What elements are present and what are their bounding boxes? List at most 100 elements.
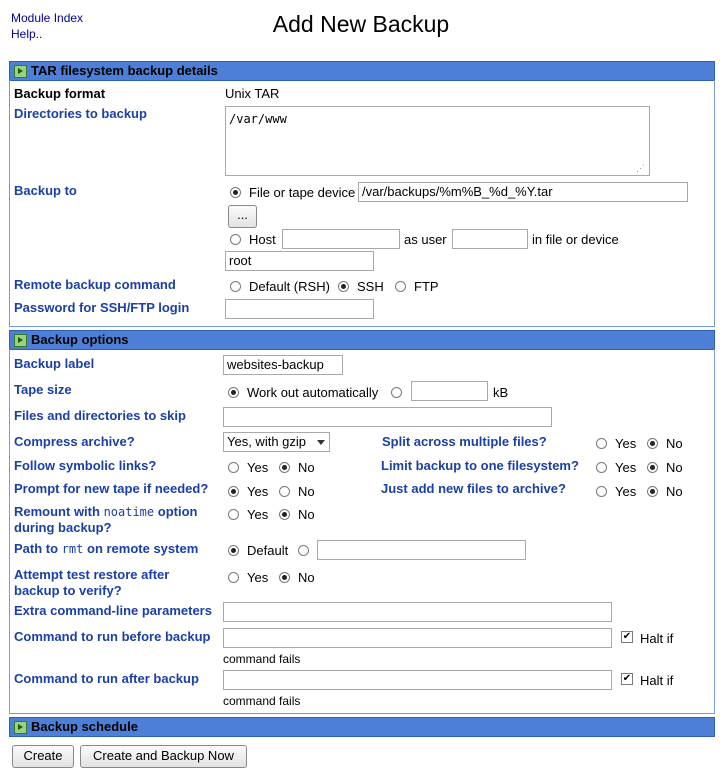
split-no-radio[interactable] — [647, 438, 658, 449]
prompt-yes-radio[interactable] — [228, 486, 239, 497]
directories-textarea[interactable]: /var/www — [225, 106, 650, 176]
remote-ssh-radio[interactable] — [338, 281, 349, 292]
prompt-no-label: No — [298, 484, 315, 499]
create-button[interactable]: Create — [12, 745, 74, 768]
limit-yes-label: Yes — [615, 460, 637, 475]
justadd-no-label: No — [666, 484, 683, 499]
remote-command-label: Remote backup command — [14, 277, 176, 292]
remote-file-input[interactable]: root — [225, 251, 374, 271]
before-halt-label: Halt if — [640, 631, 674, 646]
section-header-schedule[interactable]: Backup schedule — [9, 717, 715, 737]
before-fails-label: command fails — [223, 652, 301, 666]
compress-label: Compress archive? — [14, 434, 135, 449]
follow-no-radio[interactable] — [279, 462, 290, 473]
rmt-label-b: on remote system — [87, 541, 199, 556]
remount-label-a: Remount with — [14, 504, 100, 519]
backup-label-label: Backup label — [14, 356, 95, 371]
section-header-tar[interactable]: TAR filesystem backup details — [9, 61, 715, 81]
remote-ftp-label: FTP — [414, 279, 439, 294]
compress-select[interactable]: Yes, with gzip — [223, 432, 330, 452]
remote-default-radio[interactable] — [230, 281, 241, 292]
remote-default-label: Default (RSH) — [249, 279, 330, 294]
tape-size-input[interactable] — [411, 381, 488, 401]
rmt-path-input[interactable] — [317, 540, 526, 560]
host-input[interactable] — [282, 229, 400, 249]
remote-ssh-label: SSH — [357, 279, 384, 294]
follow-no-label: No — [298, 460, 315, 475]
split-no-label: No — [666, 436, 683, 451]
prompt-yes-label: Yes — [247, 484, 269, 499]
password-input[interactable] — [225, 299, 374, 319]
password-label: Password for SSH/FTP login — [14, 300, 190, 315]
tape-auto-radio[interactable] — [228, 387, 239, 398]
user-input[interactable] — [452, 229, 528, 249]
page-title: Add New Backup — [272, 11, 450, 37]
split-yes-radio[interactable] — [596, 438, 607, 449]
in-file-label: in file or device — [532, 232, 619, 247]
backup-label-input[interactable]: websites-backup — [223, 355, 343, 375]
before-halt-checkbox[interactable]: ✔ — [621, 631, 633, 643]
file-option-label: File or tape device — [249, 185, 356, 200]
limit-no-label: No — [666, 460, 683, 475]
file-radio[interactable] — [230, 187, 241, 198]
extra-params-input[interactable] — [223, 602, 612, 622]
rmt-default-label: Default — [247, 543, 289, 558]
browse-button[interactable]: ... — [228, 205, 257, 228]
follow-links-label: Follow symbolic links? — [14, 458, 157, 473]
create-and-backup-now-button[interactable]: Create and Backup Now — [80, 745, 247, 768]
remount-no-label: No — [298, 507, 315, 522]
remount-label-b: option — [157, 504, 198, 519]
limit-yes-radio[interactable] — [596, 462, 607, 473]
tape-size-radio[interactable] — [391, 387, 402, 398]
rmt-default-radio[interactable] — [228, 545, 239, 556]
section-header-options[interactable]: Backup options — [9, 330, 715, 350]
backup-format-label: Backup format — [14, 86, 106, 101]
remote-ftp-radio[interactable] — [395, 281, 406, 292]
backup-to-label: Backup to — [14, 183, 77, 198]
directories-label: Directories to backup — [14, 106, 147, 121]
test-yes-label: Yes — [247, 570, 269, 585]
before-cmd-label: Command to run before backup — [14, 629, 211, 644]
after-halt-label: Halt if — [640, 673, 674, 688]
split-yes-label: Yes — [615, 436, 637, 451]
before-cmd-input[interactable] — [223, 628, 612, 648]
remount-label: Remount with noatime option during backu… — [14, 504, 197, 536]
compress-select-value: Yes, with gzip — [227, 434, 307, 449]
file-path-input[interactable]: /var/backups/%m%B_%d_%Y.tar — [358, 182, 688, 202]
skip-input[interactable] — [223, 407, 552, 427]
test-no-radio[interactable] — [279, 572, 290, 583]
remount-no-radio[interactable] — [279, 509, 290, 520]
section-title: TAR filesystem backup details — [31, 63, 218, 78]
host-option-label: Host — [249, 232, 276, 247]
section-title: Backup schedule — [31, 719, 138, 734]
after-cmd-input[interactable] — [223, 670, 612, 690]
rmt-label-a: Path to — [14, 541, 59, 556]
host-radio[interactable] — [230, 234, 241, 245]
justadd-no-radio[interactable] — [647, 486, 658, 497]
remount-yes-label: Yes — [247, 507, 269, 522]
test-restore-label: Attempt test restore after backup to ver… — [14, 567, 169, 599]
limit-no-radio[interactable] — [647, 462, 658, 473]
tape-size-label: Tape size — [14, 382, 72, 397]
test-yes-radio[interactable] — [228, 572, 239, 583]
rmt-code: rmt — [61, 542, 84, 556]
rmt-path-label: Path to rmt on remote system — [14, 541, 198, 557]
expand-toggle-icon[interactable] — [14, 721, 27, 734]
resize-grip-icon[interactable]: ⋰ — [636, 160, 645, 176]
test-no-label: No — [298, 570, 315, 585]
after-halt-checkbox[interactable]: ✔ — [621, 673, 633, 685]
after-fails-label: command fails — [223, 694, 301, 708]
expand-toggle-icon[interactable] — [14, 65, 27, 78]
split-label: Split across multiple files? — [382, 434, 547, 449]
limit-fs-label: Limit backup to one filesystem? — [381, 458, 579, 473]
remount-yes-radio[interactable] — [228, 509, 239, 520]
expand-toggle-icon[interactable] — [14, 334, 27, 347]
test-label-b: backup to verify? — [14, 583, 122, 598]
tape-auto-label: Work out automatically — [247, 385, 379, 400]
follow-yes-radio[interactable] — [228, 462, 239, 473]
justadd-yes-radio[interactable] — [596, 486, 607, 497]
backup-format-value: Unix TAR — [225, 86, 280, 101]
prompt-no-radio[interactable] — [279, 486, 290, 497]
rmt-custom-radio[interactable] — [298, 545, 309, 556]
just-add-label: Just add new files to archive? — [381, 481, 566, 496]
